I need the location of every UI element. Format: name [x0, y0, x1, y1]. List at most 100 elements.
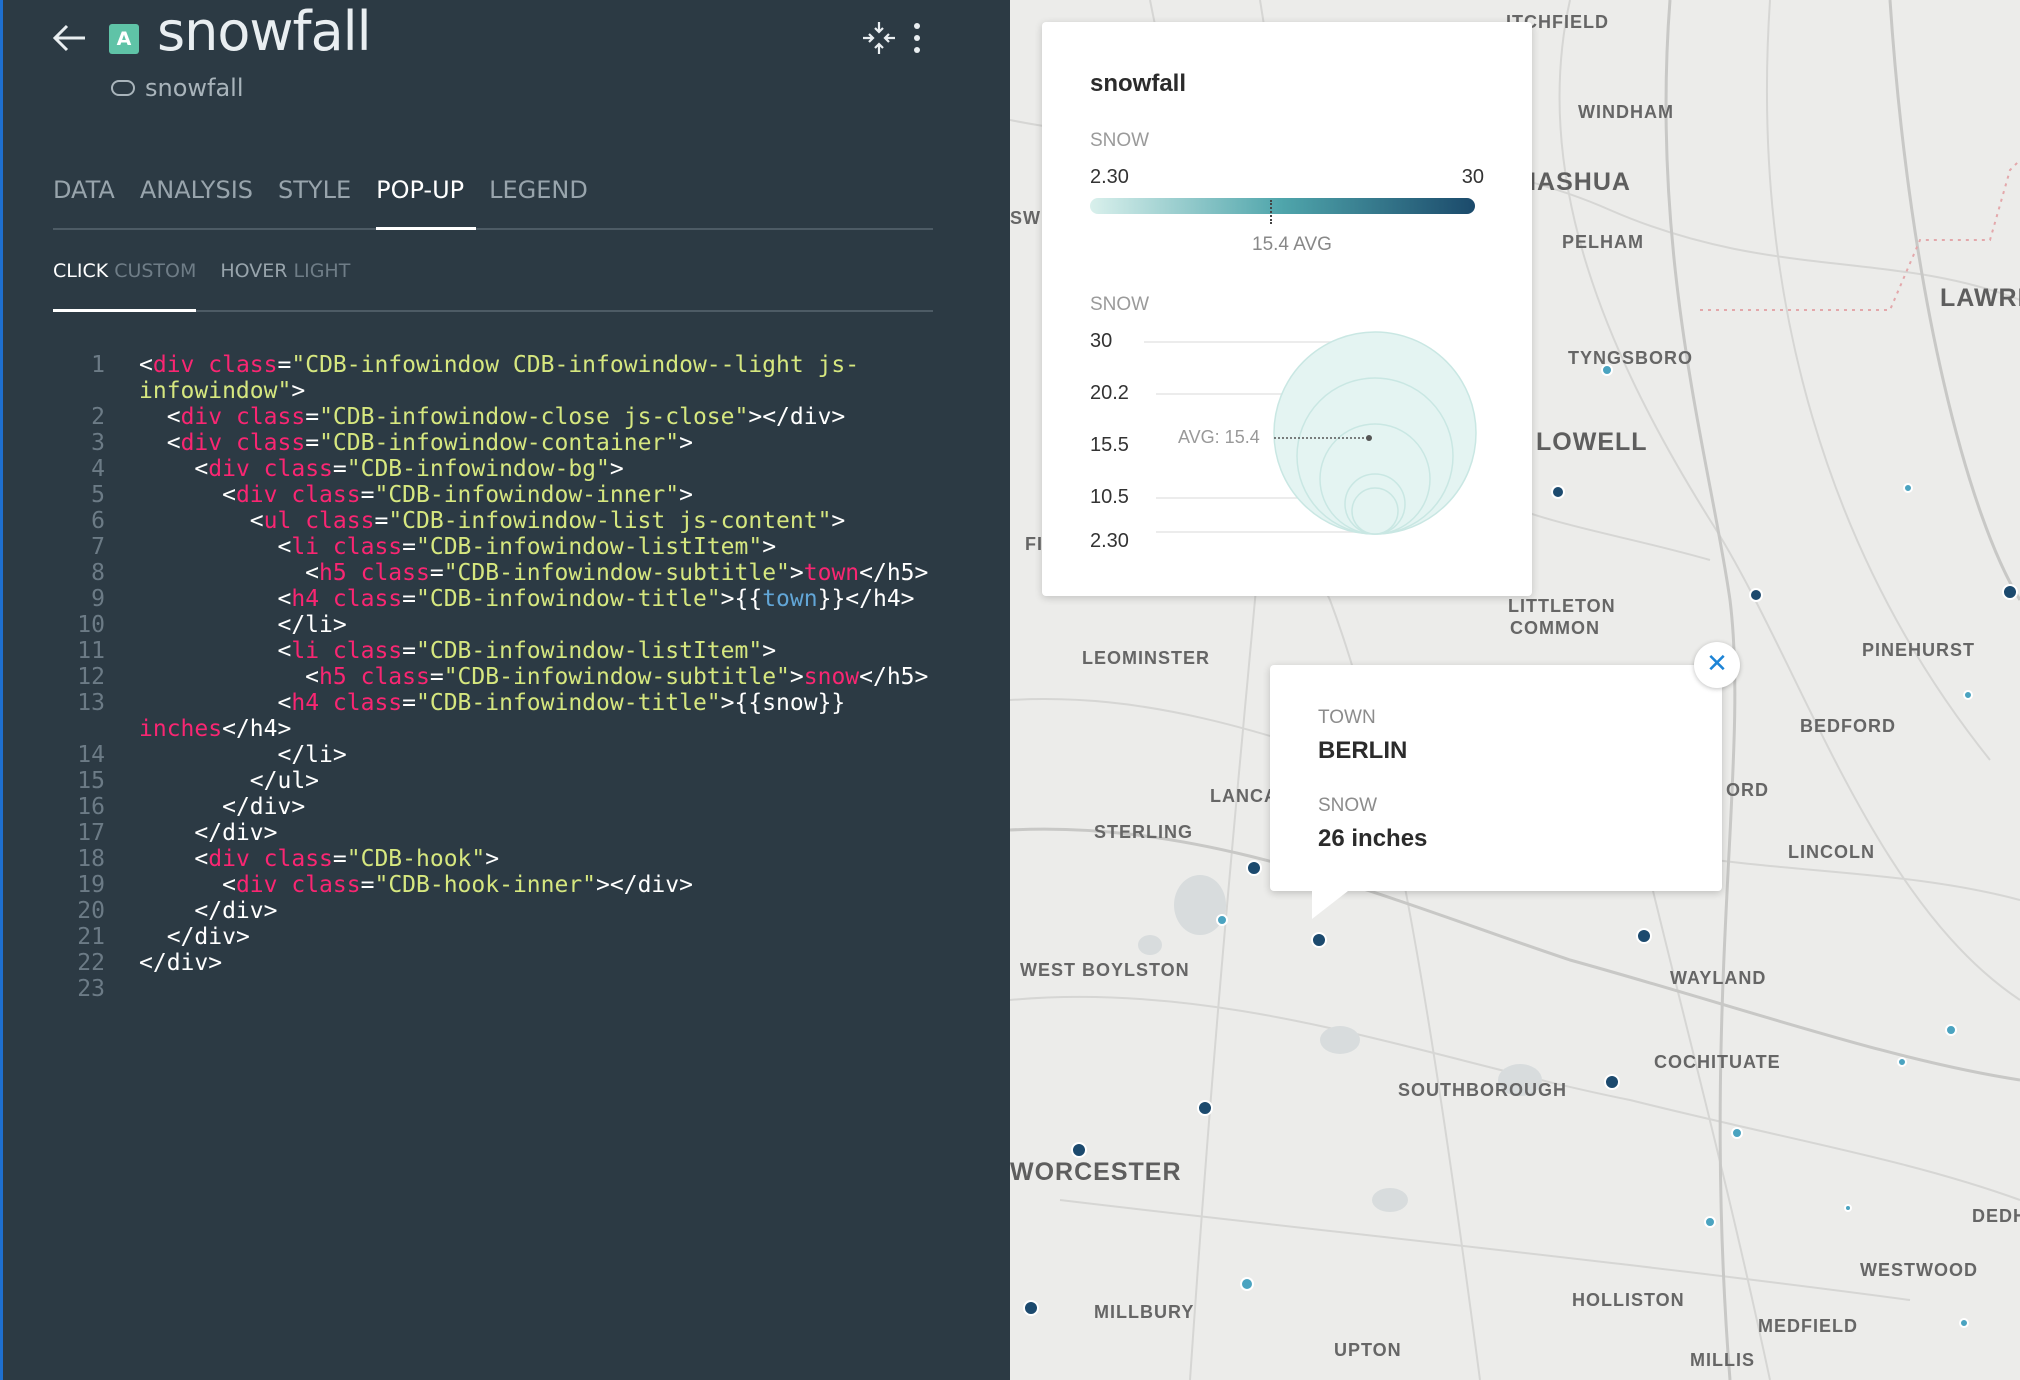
layer-title[interactable]: snowfall: [157, 0, 372, 63]
code-token: class: [332, 690, 403, 716]
map-point[interactable]: [1604, 1074, 1620, 1090]
line-number: 23: [77, 976, 105, 1002]
code-line[interactable]: 22 </div>: [53, 950, 953, 976]
map-point[interactable]: [1197, 1100, 1213, 1116]
map-place-label: PINEHURST: [1862, 640, 1976, 660]
map-view[interactable]: ITCHFIELDWINDHAMNASHUAPELHAMLAWRETYNGSBO…: [1010, 0, 2020, 1380]
tab-style[interactable]: STYLE: [278, 170, 363, 230]
code-line[interactable]: 19 <div class="CDB-hook-inner"></div>: [53, 872, 953, 898]
map-place-label: WESTWOOD: [1860, 1260, 1978, 1280]
tab-pop-up[interactable]: POP-UP: [376, 170, 477, 230]
code-token: </ul>: [139, 768, 320, 794]
more-vertical-icon[interactable]: [911, 20, 923, 56]
code-line[interactable]: 8 <h5 class="CDB-infowindow-subtitle">to…: [53, 560, 953, 586]
code-line[interactable]: 21 </div>: [53, 924, 953, 950]
collapse-icon[interactable]: [861, 20, 897, 56]
map-place-label: HOLLISTON: [1572, 1290, 1685, 1310]
code-line[interactable]: 5 <div class="CDB-infowindow-inner">: [53, 482, 953, 508]
code-line[interactable]: 14 </li>: [53, 742, 953, 768]
map-place-label: MEDFIELD: [1758, 1316, 1858, 1336]
subtab-click[interactable]: CLICK CUSTOM: [53, 256, 197, 312]
code-token: >: [762, 638, 777, 664]
line-number: 7: [91, 534, 105, 560]
code-line[interactable]: 16 </div>: [53, 794, 953, 820]
map-point[interactable]: [1844, 1204, 1852, 1212]
close-icon[interactable]: ✕: [1694, 642, 1740, 688]
line-number: 2: [91, 404, 105, 430]
code-line[interactable]: 4 <div class="CDB-infowindow-bg">: [53, 456, 953, 482]
map-point[interactable]: [1945, 1024, 1957, 1036]
map-place-label: LINCOLN: [1788, 842, 1875, 862]
code-line[interactable]: 9 <h4 class="CDB-infowindow-title">{{tow…: [53, 586, 953, 612]
line-number: 6: [91, 508, 105, 534]
code-token: "CDB-infowindow-subtitle": [443, 664, 790, 690]
code-line[interactable]: 17 </div>: [53, 820, 953, 846]
map-point[interactable]: [1897, 1057, 1907, 1067]
code-token: town: [803, 560, 860, 586]
line-number: 22: [77, 950, 105, 976]
layer-source: snowfall: [111, 74, 244, 102]
map-point[interactable]: [1240, 1277, 1254, 1291]
tab-analysis[interactable]: ANALYSIS: [140, 170, 265, 230]
map-place-label: ORD: [1726, 780, 1769, 800]
legend-card: snowfall SNOW 2.30 30 15.4 AVG SNOW 30 2…: [1042, 22, 1532, 596]
map-point[interactable]: [1551, 485, 1565, 499]
map-point[interactable]: [1749, 588, 1763, 602]
map-point[interactable]: [1704, 1216, 1716, 1228]
code-line[interactable]: 10 </li>: [53, 612, 953, 638]
map-point[interactable]: [1246, 860, 1262, 876]
code-token: =: [402, 690, 417, 716]
code-token: h4: [291, 586, 320, 612]
map-point[interactable]: [1731, 1127, 1743, 1139]
layer-source-name: snowfall: [145, 74, 244, 102]
code-token: >: [831, 508, 846, 534]
code-line[interactable]: 6 <ul class="CDB-infowindow-list js-cont…: [53, 508, 953, 534]
subtab-hover[interactable]: HOVER LIGHT: [220, 256, 350, 312]
code-token: =: [332, 846, 347, 872]
tab-legend[interactable]: LEGEND: [489, 170, 600, 230]
code-line[interactable]: 11 <li class="CDB-infowindow-listItem">: [53, 638, 953, 664]
code-token: ></div>: [748, 404, 846, 430]
map-point[interactable]: [1601, 364, 1613, 376]
code-line[interactable]: 1 <div class="CDB-infowindow CDB-infowind…: [53, 352, 953, 404]
map-point[interactable]: [1963, 690, 1973, 700]
map-place-label: LOWELL: [1536, 428, 1648, 456]
map-point[interactable]: [1071, 1142, 1087, 1158]
map-point[interactable]: [1023, 1300, 1039, 1316]
map-point[interactable]: [2002, 584, 2018, 600]
code-token: >{{: [720, 586, 763, 612]
line-number: 19: [77, 872, 105, 898]
code-token: </div>: [139, 794, 306, 820]
map-point[interactable]: [1311, 932, 1327, 948]
code-token: li: [291, 534, 320, 560]
line-number: 11: [77, 638, 105, 664]
bubble-avg-label: AVG: 15.4: [1178, 427, 1260, 447]
popup-subtabs: CLICK CUSTOM HOVER LIGHT: [53, 256, 933, 312]
code-token: "CDB-infowindow-container": [319, 430, 680, 456]
code-token: <: [139, 872, 236, 898]
map-place-label: PELHAM: [1562, 232, 1644, 252]
code-line[interactable]: 15 </ul>: [53, 768, 953, 794]
code-line[interactable]: 13 <h4 class="CDB-infowindow-title">{{sn…: [53, 690, 953, 742]
tab-data[interactable]: DATA: [53, 170, 127, 230]
code-line[interactable]: 7 <li class="CDB-infowindow-listItem">: [53, 534, 953, 560]
code-token: </h5>: [859, 664, 929, 690]
code-line[interactable]: 18 <div class="CDB-hook">: [53, 846, 953, 872]
map-point[interactable]: [1959, 1318, 1969, 1328]
code-token: </div>: [139, 924, 250, 950]
code-token: <: [139, 352, 153, 378]
map-point[interactable]: [1636, 928, 1652, 944]
line-number: 10: [77, 612, 105, 638]
code-token: >: [609, 456, 624, 482]
code-line[interactable]: 20 </div>: [53, 898, 953, 924]
code-line[interactable]: 3 <div class="CDB-infowindow-container">: [53, 430, 953, 456]
back-arrow-icon[interactable]: [49, 18, 89, 58]
html-code-editor[interactable]: 1 <div class="CDB-infowindow CDB-infowind…: [53, 352, 953, 1002]
code-line[interactable]: 12 <h5 class="CDB-infowindow-subtitle">s…: [53, 664, 953, 690]
code-token: <: [139, 456, 209, 482]
map-point[interactable]: [1216, 914, 1228, 926]
code-line[interactable]: 2 <div class="CDB-infowindow-close js-cl…: [53, 404, 953, 430]
map-point[interactable]: [1903, 483, 1913, 493]
